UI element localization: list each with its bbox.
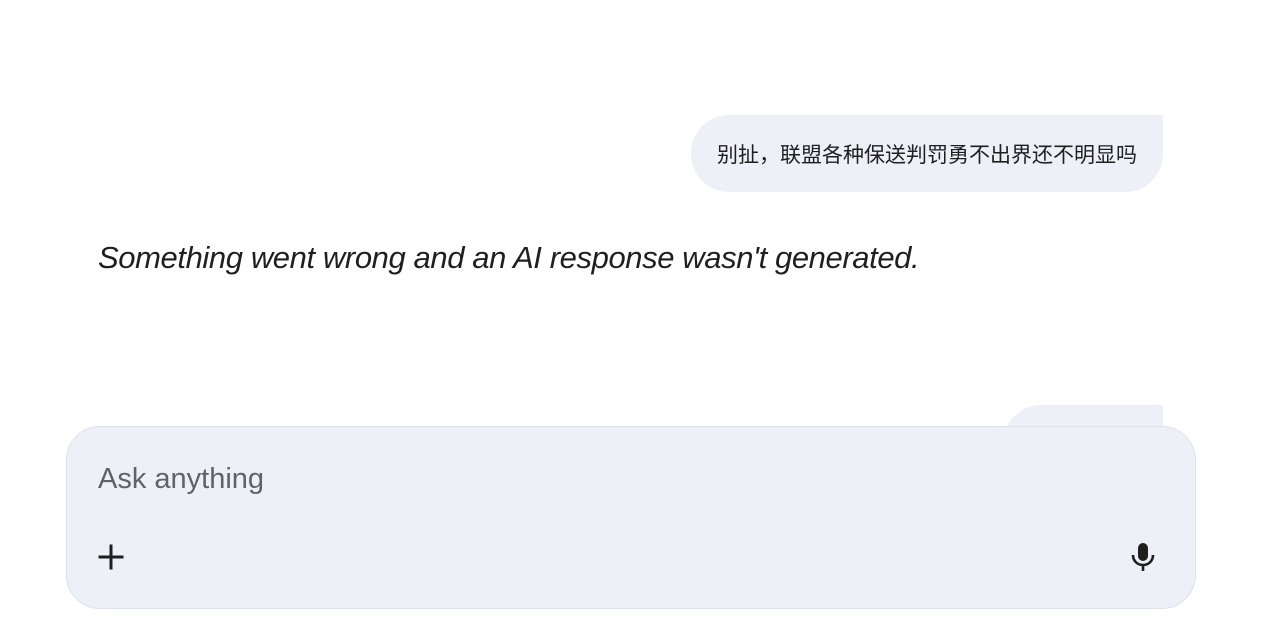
user-message-text: 别扯，联盟各种保送判罚勇不出界还不明显吗 [717,142,1137,167]
chat-page: 别扯，联盟各种保送判罚勇不出界还不明显吗 Something went wron… [0,0,1280,630]
prompt-composer [66,426,1196,609]
plus-icon [98,544,124,570]
prompt-input[interactable] [98,457,1098,501]
microphone-icon [1131,543,1155,571]
voice-input-button[interactable] [1121,535,1165,579]
ai-response-error-text: Something went wrong and an AI response … [98,240,920,275]
user-message-bubble: 别扯，联盟各种保送判罚勇不出界还不明显吗 [691,115,1163,192]
add-attachment-button[interactable] [89,535,133,579]
